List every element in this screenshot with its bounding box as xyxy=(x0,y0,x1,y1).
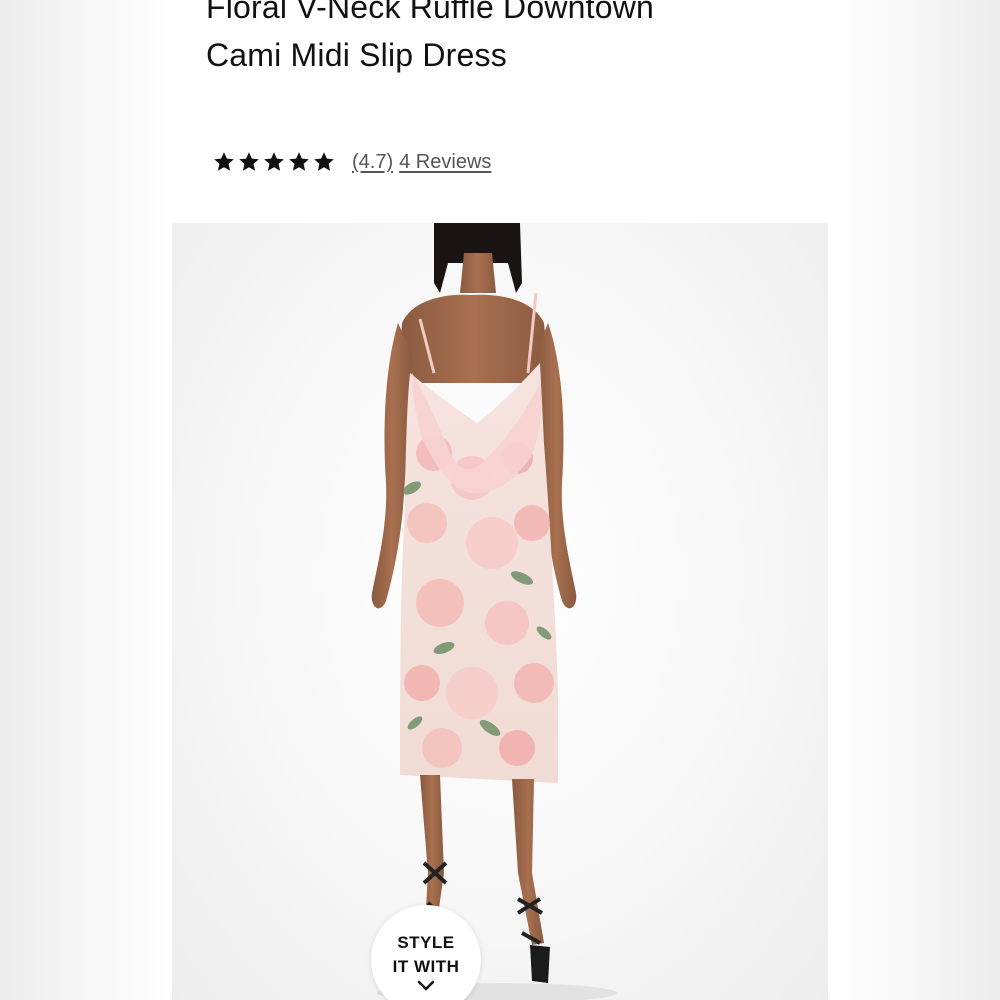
product-header: Floral V-Neck Ruffle Downtown Cami Midi … xyxy=(172,0,828,223)
star-icon xyxy=(212,150,236,174)
rating-row: (4.7) 4 Reviews xyxy=(212,146,491,178)
chevron-down-icon xyxy=(417,980,435,991)
reviews-link[interactable]: (4.7) 4 Reviews xyxy=(352,151,491,174)
star-rating xyxy=(212,150,336,174)
product-photo xyxy=(371,223,617,1000)
star-icon xyxy=(262,150,286,174)
product-title: Floral V-Neck Ruffle Downtown Cami Midi … xyxy=(206,0,806,79)
style-it-with-line-2: IT WITH xyxy=(392,957,460,976)
product-title-line-1: Floral V-Neck Ruffle Downtown xyxy=(206,0,655,25)
style-it-with-line-1: STYLE xyxy=(397,933,455,952)
product-image-area[interactable] xyxy=(172,223,828,1000)
review-count: 4 Reviews xyxy=(399,150,492,173)
star-icon xyxy=(312,150,336,174)
product-title-line-2: Cami Midi Slip Dress xyxy=(206,37,507,73)
star-icon xyxy=(237,150,261,174)
star-icon xyxy=(287,150,311,174)
product-card: Floral V-Neck Ruffle Downtown Cami Midi … xyxy=(172,0,828,1000)
product-page: Floral V-Neck Ruffle Downtown Cami Midi … xyxy=(0,0,1000,1000)
rating-score: (4.7) xyxy=(352,150,394,173)
